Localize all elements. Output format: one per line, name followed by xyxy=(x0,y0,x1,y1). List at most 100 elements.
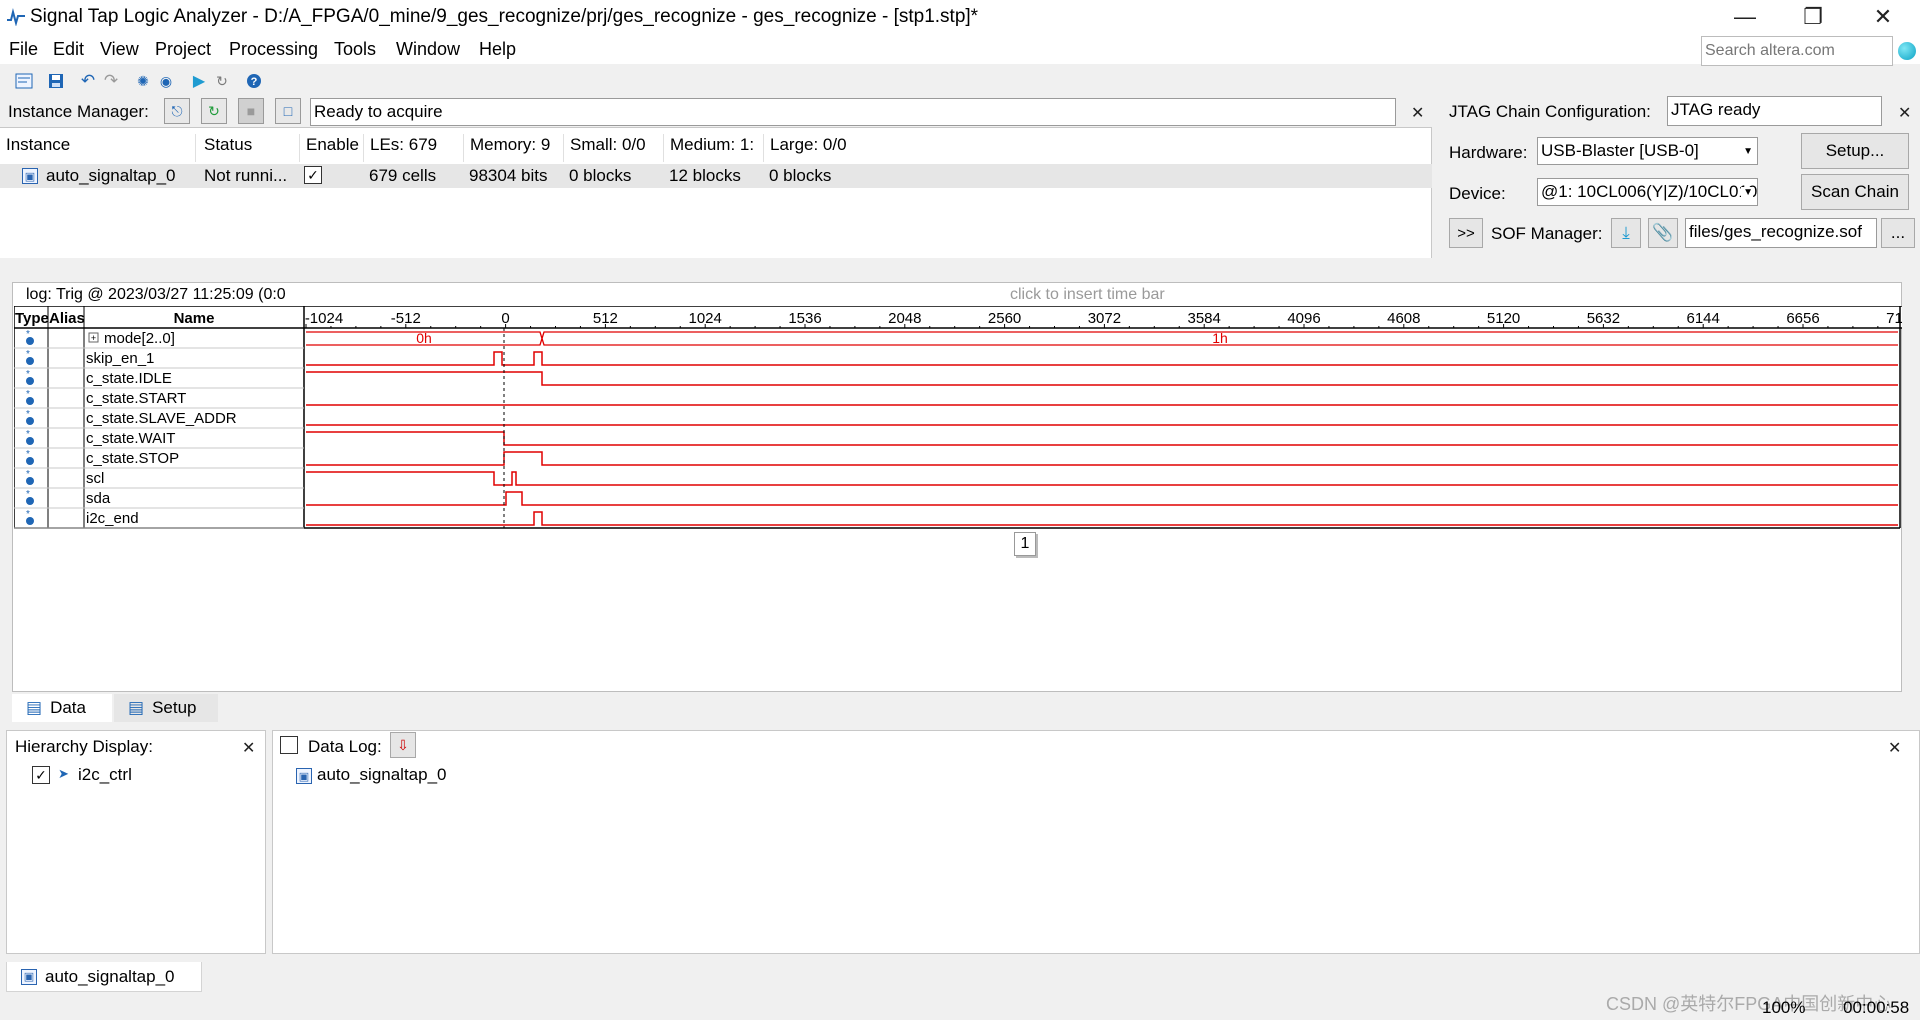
data-log-checkbox[interactable] xyxy=(280,736,298,754)
device-select[interactable]: @1: 10CL006(Y|Z)/10CL010 ▼ xyxy=(1537,178,1758,206)
trigger-marker[interactable]: 1 xyxy=(1014,532,1036,556)
instance-icon: ▣ xyxy=(21,968,37,985)
signal-name: c_state.WAIT xyxy=(86,430,175,447)
signal-row[interactable]: * sda xyxy=(14,489,1898,509)
close-data-log-icon[interactable]: ✕ xyxy=(1888,738,1901,758)
menu-edit[interactable]: Edit xyxy=(53,39,84,60)
autorun-analysis-icon[interactable]: ⎋ xyxy=(164,98,190,124)
waveform-viewer[interactable]: Type Alias Name -1024 -512 0 512 1024 1536 204… xyxy=(14,306,1902,556)
svg-text:?: ? xyxy=(251,76,258,88)
close-jtag-icon[interactable]: ✕ xyxy=(1898,103,1911,123)
hierarchy-checkbox[interactable]: ✓ xyxy=(32,766,50,784)
signal-row[interactable]: * c_state.IDLE xyxy=(14,369,1898,389)
run-analysis-icon[interactable]: ↻ xyxy=(201,98,227,124)
signal-name: sda xyxy=(86,490,111,507)
col-status[interactable]: Status xyxy=(198,134,300,162)
chevron-down-icon: ▼ xyxy=(1743,146,1753,157)
hierarchy-label: Hierarchy Display: xyxy=(15,737,153,756)
signal-row[interactable]: * c_state.START xyxy=(14,389,1898,409)
node-finder-icon[interactable]: ✺ xyxy=(134,72,152,90)
save-icon[interactable] xyxy=(47,72,65,90)
signal-name: i2c_end xyxy=(86,510,139,527)
run-icon[interactable]: ▶ xyxy=(190,72,208,90)
tab-data-label: Data xyxy=(50,698,86,717)
minimize-icon[interactable]: — xyxy=(1716,0,1774,34)
restore-icon[interactable]: ❐ xyxy=(1784,0,1842,34)
tab-setup[interactable]: ▤ Setup xyxy=(114,694,218,722)
col-type: Type xyxy=(15,310,49,327)
signal-trace xyxy=(306,451,1898,466)
signal-row[interactable]: * c_state.WAIT xyxy=(14,429,1898,449)
menu-project[interactable]: Project xyxy=(155,39,211,60)
read-data-icon[interactable]: □ xyxy=(275,98,301,124)
scan-chain-button[interactable]: Scan Chain xyxy=(1801,174,1909,210)
menu-window[interactable]: Window xyxy=(396,39,460,60)
col-small[interactable]: Small: 0/0 xyxy=(564,134,664,162)
signal-trace xyxy=(306,431,1898,446)
redo-icon[interactable]: ↷ xyxy=(102,71,120,90)
close-icon[interactable]: ✕ xyxy=(1854,0,1912,34)
menu-file[interactable]: File xyxy=(9,39,38,60)
signal-name: scl xyxy=(86,470,104,487)
hardware-value: USB-Blaster [USB-0] xyxy=(1541,141,1699,160)
col-large[interactable]: Large: 0/0 xyxy=(764,134,864,162)
instance-tab[interactable]: ▣ auto_signaltap_0 xyxy=(6,962,202,992)
enable-checkbox[interactable]: ✓ xyxy=(304,166,322,184)
signal-type-star: * xyxy=(26,449,30,460)
hierarchy-panel xyxy=(6,730,266,954)
setup-button[interactable]: Setup... xyxy=(1801,133,1909,169)
sof-file-field[interactable]: files/ges_recognize.sof xyxy=(1685,218,1877,248)
binoculars-icon[interactable]: ◉ xyxy=(157,72,175,90)
undo-icon[interactable]: ↶ xyxy=(79,71,97,90)
signal-row[interactable]: * c_state.STOP xyxy=(14,449,1898,469)
signal-row[interactable]: * + mode[2..0] 0h 1h xyxy=(14,329,1898,349)
setup-icon: ▤ xyxy=(128,698,145,717)
jtag-status: JTAG ready xyxy=(1667,96,1882,126)
col-instance[interactable]: Instance xyxy=(0,134,196,162)
search-input[interactable]: Search altera.com xyxy=(1701,36,1893,66)
col-enable[interactable]: Enable xyxy=(300,134,364,162)
globe-icon[interactable] xyxy=(1898,42,1916,60)
signal-type-star: * xyxy=(26,489,30,500)
signal-row[interactable]: * scl xyxy=(14,469,1898,489)
close-panel-icon[interactable]: ✕ xyxy=(1411,103,1424,123)
signal-row[interactable]: * c_state.SLAVE_ADDR xyxy=(14,409,1898,429)
log-download-icon[interactable]: ⇩ xyxy=(390,732,416,758)
small-value: 0 blocks xyxy=(569,166,632,185)
close-hierarchy-icon[interactable]: ✕ xyxy=(242,738,255,758)
col-medium[interactable]: Medium: 1: xyxy=(664,134,764,162)
signal-name: c_state.SLAVE_ADDR xyxy=(86,410,237,427)
browse-button[interactable]: ... xyxy=(1881,218,1915,248)
time-bar-hint[interactable]: click to insert time bar xyxy=(1010,286,1165,304)
device-value: @1: 10CL006(Y|Z)/10CL010 xyxy=(1541,182,1758,201)
ruler-label: 7168 xyxy=(1886,310,1902,327)
signal-row[interactable]: * skip_en_1 xyxy=(14,349,1898,369)
data-log-panel xyxy=(272,730,1920,954)
instance-status: Not runni... xyxy=(204,166,288,185)
help-icon[interactable]: ? xyxy=(245,72,263,90)
entity-icon: ➤ xyxy=(58,766,69,781)
menu-processing[interactable]: Processing xyxy=(229,39,318,60)
hierarchy-icon[interactable] xyxy=(15,72,33,90)
col-alias: Alias xyxy=(49,310,85,327)
attach-icon[interactable]: 📎 xyxy=(1648,218,1678,248)
zoom-level: 100% xyxy=(1762,998,1806,1017)
menu-help[interactable]: Help xyxy=(479,39,516,60)
data-log-item[interactable]: auto_signaltap_0 xyxy=(317,765,447,785)
signal-row[interactable]: * i2c_end xyxy=(14,509,1898,529)
autorun-icon[interactable]: ↻ xyxy=(213,72,231,90)
expand-button[interactable]: >> xyxy=(1449,218,1483,248)
jtag-label: JTAG Chain Configuration: xyxy=(1449,102,1651,121)
tab-data[interactable]: ▤ Data xyxy=(12,694,112,722)
program-device-icon[interactable]: ⤓ xyxy=(1611,218,1641,248)
hierarchy-item[interactable]: i2c_ctrl xyxy=(78,765,132,785)
signal-trace xyxy=(306,491,1898,506)
signal-name: skip_en_1 xyxy=(86,350,154,367)
stop-analysis-icon[interactable]: ■ xyxy=(238,98,264,124)
menu-view[interactable]: View xyxy=(100,39,139,60)
col-les[interactable]: LEs: 679 xyxy=(364,134,464,162)
menu-tools[interactable]: Tools xyxy=(334,39,376,60)
signal-type-star: * xyxy=(26,429,30,440)
col-memory[interactable]: Memory: 9 xyxy=(464,134,564,162)
hardware-select[interactable]: USB-Blaster [USB-0] ▼ xyxy=(1537,137,1758,165)
